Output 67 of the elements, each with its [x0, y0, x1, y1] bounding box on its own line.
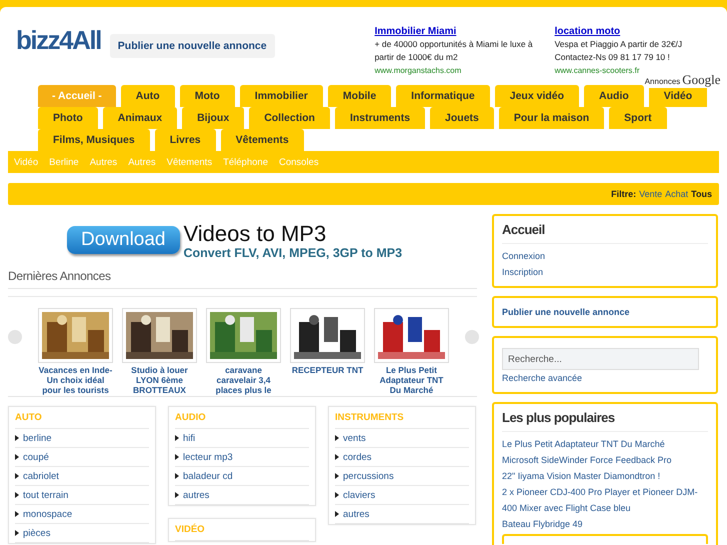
ads-label: Annonces: [644, 77, 680, 86]
popular-link[interactable]: 22" Iiyama Vision Master Diamondtron !: [502, 468, 708, 484]
listing-caption[interactable]: Vacances en Inde- Un choix idéal pour les tourists: [38, 365, 113, 395]
category-link[interactable]: coupé: [15, 448, 149, 467]
nav-tab[interactable]: Auto: [120, 85, 175, 107]
filter-label: Filtre:: [611, 189, 636, 199]
category-link[interactable]: vents: [335, 429, 469, 448]
section-title: Dernières Annonces: [8, 262, 477, 289]
category-link[interactable]: monospace: [15, 505, 149, 524]
nav-tab[interactable]: Pour la maison: [498, 107, 604, 129]
ad-title-link[interactable]: location moto: [554, 25, 723, 38]
category-link[interactable]: autres: [175, 486, 309, 505]
category-link[interactable]: cabriolet: [15, 467, 149, 486]
nav-tab[interactable]: Instruments: [334, 107, 426, 129]
logo[interactable]: bizz4All: [16, 25, 101, 56]
ad-url[interactable]: www.morganstachs.com: [374, 65, 462, 76]
listing-caption[interactable]: caravane caravelair 3,4 places plus le: [206, 365, 281, 395]
banner-title: Videos to MP3: [184, 222, 328, 246]
popular-link[interactable]: Bateau Flybridge 49: [502, 516, 708, 532]
nav-tab[interactable]: Mobile: [328, 85, 392, 107]
nav-tab[interactable]: Sport: [609, 107, 667, 129]
nav-tab[interactable]: Livres: [154, 129, 216, 151]
category-link[interactable]: cordes: [335, 448, 469, 467]
nav-tab[interactable]: Immobilier: [240, 85, 323, 107]
category-link[interactable]: percussions: [335, 467, 469, 486]
sidebar-title: Accueil: [502, 222, 708, 244]
nav-tab[interactable]: Jeux vidéo: [494, 85, 580, 107]
nav-tab[interactable]: Vêtements: [220, 129, 304, 151]
category-link[interactable]: baladeur cd: [175, 467, 309, 486]
ads-brand: Google: [682, 72, 721, 88]
popular-link[interactable]: Microsoft SideWinder Force Feedback Pro: [502, 452, 708, 468]
advanced-search-link[interactable]: Recherche avancée: [502, 370, 708, 386]
nav-tab[interactable]: Collection: [249, 107, 330, 129]
banner-subtitle: Convert FLV, AVI, MPEG, 3GP to MP3: [184, 246, 402, 260]
category-link[interactable]: autres: [335, 505, 469, 524]
ad-text: + de 40000 opportunités à Miami le luxe à partir de 1000€ du m2: [374, 38, 534, 64]
filter-option[interactable]: Tous: [691, 189, 712, 199]
nav-tab[interactable]: Films, Musiques: [38, 129, 150, 151]
publish-link[interactable]: Publier une nouvelle annonce: [502, 304, 708, 320]
nav-tab[interactable]: Photo: [38, 107, 98, 129]
nav-tab[interactable]: Jouets: [430, 107, 494, 129]
ad-title-link[interactable]: Immobilier Miami: [374, 25, 543, 38]
search-field[interactable]: Recherche...: [502, 348, 699, 370]
ad-url[interactable]: www.cannes-scooters.fr: [554, 65, 640, 76]
nav-tab[interactable]: Bijoux: [182, 107, 244, 129]
popular-link[interactable]: Le Plus Petit Adaptateur TNT Du Marché: [502, 436, 708, 452]
nav-tab[interactable]: Animaux: [102, 107, 178, 129]
category-link[interactable]: tout terrain: [15, 486, 149, 505]
category-link[interactable]: lecteur mp3: [175, 448, 309, 467]
listing-caption[interactable]: RECEPTEUR TNT: [292, 365, 364, 375]
sidebar-link[interactable]: Connexion: [502, 248, 708, 264]
nav-tab[interactable]: Audio: [584, 85, 644, 107]
listing-caption[interactable]: Studio à louer LYON 6ème BROTTEAUX: [122, 365, 197, 395]
category-link[interactable]: claviers: [335, 486, 469, 505]
category-link[interactable]: hifi: [175, 429, 309, 448]
listing-caption[interactable]: Le Plus Petit Adaptateur TNT Du Marché: [374, 365, 449, 395]
publish-button[interactable]: Publier une nouvelle annonce: [110, 34, 275, 58]
sidebar-link[interactable]: Inscription: [502, 264, 708, 280]
nav-tab[interactable]: Moto: [180, 85, 235, 107]
filter-option[interactable]: Vente: [639, 189, 662, 199]
filter-option[interactable]: Achat: [665, 189, 688, 199]
popular-link[interactable]: 2 x Pioneer CDJ-400 Pro Player et Pioneer DJM-400 Mixer avec Flight Case bleu: [502, 484, 708, 516]
nav-tab[interactable]: Informatique: [396, 85, 490, 107]
sidebar-title: Les plus populaires: [502, 410, 708, 432]
category-link[interactable]: berline: [15, 429, 149, 448]
ad-text: Vespa et Piaggio A partir de 32€/J Contactez-Ns 09 81 17 79 10 !: [554, 38, 684, 64]
category-link[interactable]: pièces: [15, 524, 149, 543]
